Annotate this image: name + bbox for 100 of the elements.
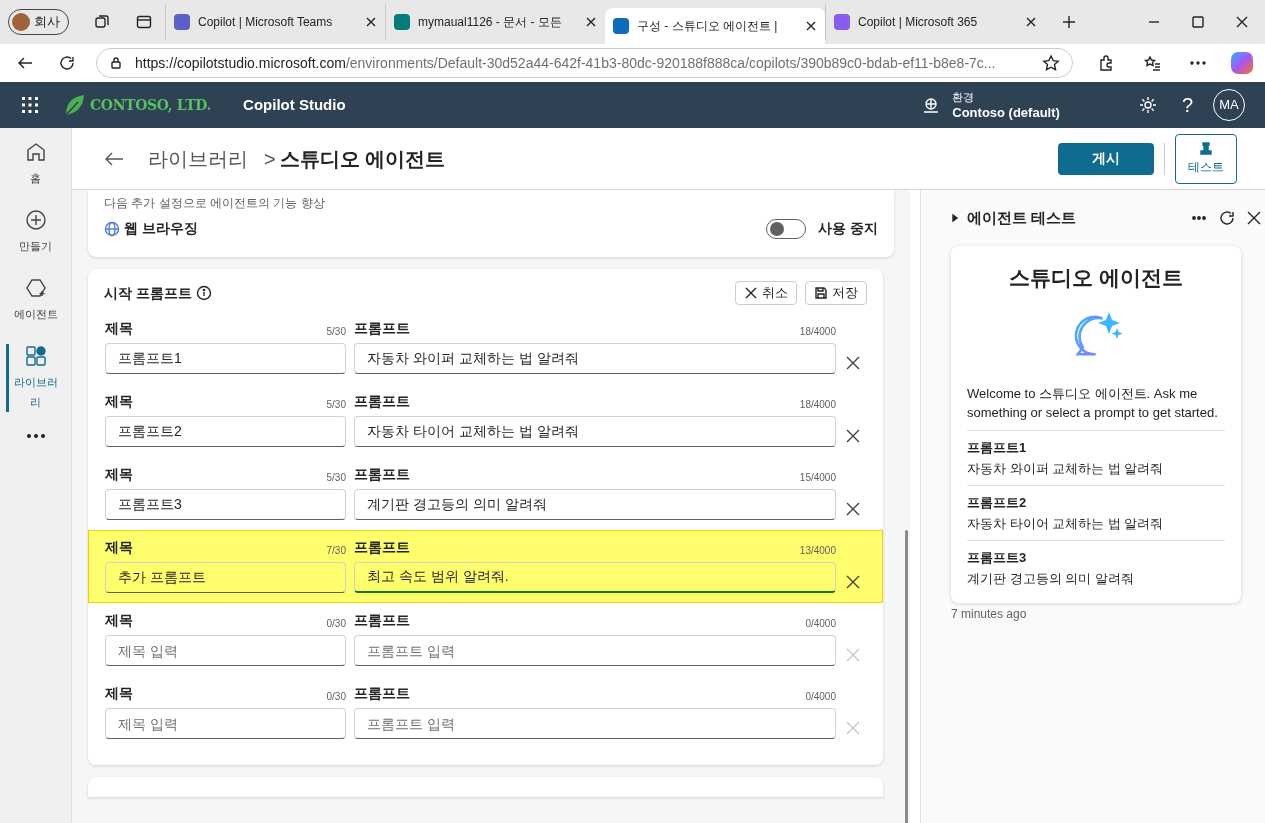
environment-label: 환경 bbox=[952, 90, 976, 105]
library-icon bbox=[23, 344, 48, 368]
settings-icon[interactable] bbox=[1137, 95, 1158, 115]
welcome-message: Welcome to 스튜디오 에이전트. Ask me something or select a prompt to get started. bbox=[967, 384, 1219, 422]
refresh-icon[interactable] bbox=[1219, 210, 1235, 226]
delete-icon[interactable] bbox=[846, 575, 860, 589]
text-field[interactable]: 계기판 경고등의 의미 알려줘 bbox=[354, 489, 836, 520]
nav-item[interactable]: 에이전트 bbox=[0, 276, 72, 324]
timestamp: 7 minutes ago bbox=[951, 605, 1028, 623]
test-button[interactable]: 테스트 bbox=[1175, 133, 1237, 184]
field-label: 제목 bbox=[105, 319, 133, 338]
text-field[interactable]: 자동차 타이어 교체하는 법 알려줘 bbox=[354, 416, 836, 447]
character-count: 5/30 bbox=[326, 325, 346, 339]
nav-item[interactable]: 만들기 bbox=[0, 208, 72, 256]
agent-icon bbox=[23, 276, 48, 300]
field-label: 프롬프트 bbox=[354, 611, 410, 630]
save-icon bbox=[814, 286, 828, 300]
character-count: 5/30 bbox=[326, 398, 346, 412]
help-button[interactable]: ? bbox=[1181, 90, 1193, 120]
field-label: 제목 bbox=[105, 392, 133, 411]
close-icon bbox=[744, 286, 758, 300]
close-icon[interactable] bbox=[1247, 211, 1261, 225]
nav-item[interactable]: 홈 bbox=[0, 140, 72, 188]
star-icon[interactable] bbox=[1042, 54, 1060, 72]
app-launcher-icon[interactable] bbox=[20, 95, 40, 115]
more-icon[interactable] bbox=[25, 432, 46, 440]
tab-title: Copilot | Microsoft Teams bbox=[198, 14, 334, 31]
nav-item[interactable]: 라이브러리 bbox=[0, 344, 72, 412]
field-label: 프롬프트 bbox=[354, 319, 410, 338]
close-icon[interactable] bbox=[1235, 15, 1249, 29]
maximize-icon[interactable] bbox=[1191, 15, 1205, 29]
tab-title: mymaual1126 - 문서 - 모든 bbox=[418, 14, 563, 31]
globe-icon bbox=[104, 220, 120, 237]
save-button[interactable]: 저장 bbox=[805, 281, 867, 305]
app-icon bbox=[613, 18, 629, 34]
card-title: 시작 프롬프트 bbox=[104, 283, 192, 303]
close-icon[interactable] bbox=[805, 20, 817, 32]
close-icon[interactable] bbox=[1025, 16, 1037, 28]
suggested-prompt[interactable]: 프롬프트3 계기판 경고등의 의미 알려줘 bbox=[967, 539, 1225, 595]
extensions-icon[interactable] bbox=[1097, 54, 1115, 72]
more-icon[interactable] bbox=[1191, 215, 1207, 221]
field-label: 프롬프트 bbox=[354, 538, 410, 557]
character-count: 15/4000 bbox=[799, 471, 836, 485]
suggested-prompt[interactable]: 프롬프트1 자동차 와이퍼 교체하는 법 알려줘 bbox=[967, 429, 1225, 485]
cancel-button[interactable]: 취소 bbox=[735, 281, 797, 305]
browser-tab[interactable]: Copilot | Microsoft 365 bbox=[825, 4, 1045, 40]
delete-icon[interactable] bbox=[846, 429, 860, 443]
field-label: 제목 bbox=[105, 465, 133, 484]
character-count: 13/4000 bbox=[799, 544, 836, 558]
back-arrow-icon[interactable] bbox=[104, 150, 124, 167]
browser-tab[interactable]: 구성 - 스튜디오 에이전트 | bbox=[605, 8, 825, 44]
scrollbar[interactable] bbox=[905, 530, 908, 823]
delete-icon[interactable] bbox=[846, 356, 860, 370]
favorites-icon[interactable] bbox=[1143, 54, 1161, 72]
agent-title: 스튜디오 에이전트 bbox=[1008, 265, 1184, 291]
environment-name: Contoso (default) bbox=[952, 105, 1060, 120]
workspaces-icon[interactable] bbox=[93, 13, 111, 31]
field-label: 프롬프트 bbox=[354, 465, 410, 484]
delete-icon[interactable] bbox=[846, 502, 860, 516]
character-count: 5/30 bbox=[326, 471, 346, 485]
field-label: 제목 bbox=[105, 611, 133, 630]
text-field[interactable]: 추가 프롬프트 bbox=[105, 562, 346, 593]
page-title: 스튜디오 에이전트 bbox=[279, 146, 446, 172]
tab-title: Copilot | Microsoft 365 bbox=[858, 14, 979, 31]
environment-picker[interactable]: 환경 Contoso (default) bbox=[922, 90, 1060, 120]
caret-icon[interactable] bbox=[951, 214, 959, 222]
create-icon bbox=[23, 208, 48, 232]
breadcrumb-separator: > bbox=[264, 146, 276, 172]
new-tab-icon[interactable] bbox=[1061, 14, 1077, 30]
app-icon bbox=[174, 14, 190, 30]
brand-logo-text: CONTOSO, LTD. bbox=[90, 95, 212, 115]
text-field[interactable]: 프롬프트1 bbox=[105, 343, 346, 374]
info-icon[interactable] bbox=[195, 285, 212, 301]
character-count: 7/30 bbox=[326, 544, 346, 558]
tab-title: 구성 - 스튜디오 에이전트 | bbox=[637, 18, 779, 35]
publish-button[interactable]: 게시 bbox=[1058, 142, 1154, 175]
lock-icon bbox=[109, 56, 123, 70]
character-count: 0/4000 bbox=[805, 617, 836, 631]
field-label: 프롬프트 bbox=[354, 392, 410, 411]
tab-actions-icon[interactable] bbox=[135, 13, 153, 31]
copilot-icon[interactable] bbox=[1231, 52, 1253, 74]
text-field[interactable]: 최고 속도 범위 알려줘. bbox=[354, 562, 836, 593]
panel-title: 에이전트 테스트 bbox=[967, 207, 1077, 228]
browser-tab[interactable]: mymaual1126 - 문서 - 모든 bbox=[385, 4, 605, 40]
toggle-label: 사용 중지 bbox=[818, 219, 878, 238]
close-icon[interactable] bbox=[585, 16, 597, 28]
character-count: 0/4000 bbox=[805, 690, 836, 704]
refresh-icon[interactable] bbox=[58, 54, 76, 72]
card-subtitle: 다음 추가 설정으로 에이전트의 기능 향상 bbox=[104, 195, 326, 212]
text-field[interactable]: 프롬프트3 bbox=[105, 489, 346, 520]
text-field[interactable]: 프롬프트2 bbox=[105, 416, 346, 447]
product-name: Copilot Studio bbox=[243, 94, 346, 115]
close-icon[interactable] bbox=[365, 16, 377, 28]
avatar-icon bbox=[12, 13, 30, 31]
breadcrumb-link[interactable]: 라이브러리 bbox=[148, 143, 248, 174]
suggested-prompt[interactable]: 프롬프트2 자동차 타이어 교체하는 법 알려줘 bbox=[967, 484, 1225, 540]
text-field[interactable]: 자동차 와이퍼 교체하는 법 알려줘 bbox=[354, 343, 836, 374]
app-icon bbox=[394, 14, 410, 30]
browser-tab[interactable]: Copilot | Microsoft Teams bbox=[165, 4, 385, 40]
leaf-icon bbox=[64, 93, 86, 117]
